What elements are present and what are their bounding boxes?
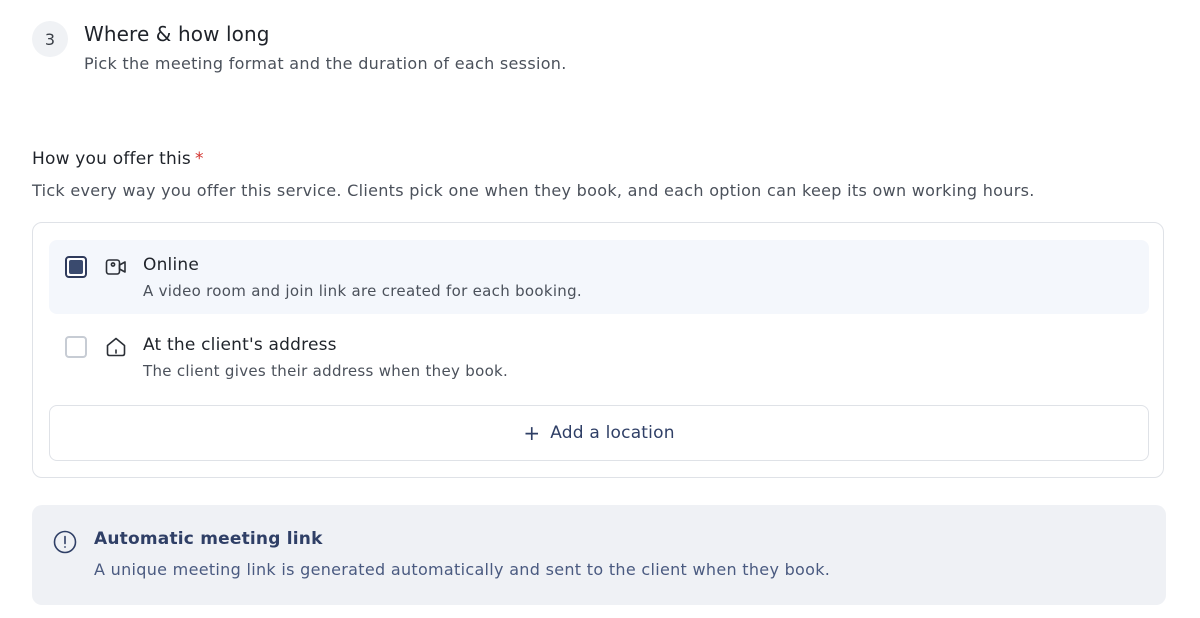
plus-icon: + <box>523 421 541 445</box>
step-number-badge: 3 <box>32 21 68 57</box>
step-text: Where & how long Pick the meeting format… <box>84 18 567 76</box>
option-description: The client gives their address when they… <box>143 362 509 380</box>
step-subtitle: Pick the meeting format and the duration… <box>84 54 567 73</box>
add-location-button[interactable]: + Add a location <box>49 405 1149 461</box>
step-header: 3 Where & how long Pick the meeting form… <box>32 18 567 76</box>
option-online[interactable]: Online A video room and join link are cr… <box>49 240 1149 314</box>
house-icon <box>106 337 126 357</box>
step-title: Where & how long <box>84 22 270 46</box>
add-location-label: Add a location <box>550 423 675 443</box>
offer-field-label: How you offer this * <box>32 147 204 171</box>
option-title: At the client's address <box>143 335 337 355</box>
info-banner-title: Automatic meeting link <box>94 529 323 549</box>
offer-field-help: Tick every way you offer this service. C… <box>32 181 1035 200</box>
offer-field-label-text: How you offer this <box>32 149 191 169</box>
option-description: A video room and join link are created f… <box>143 282 583 300</box>
offer-options-card: Online A video room and join link are cr… <box>32 222 1164 478</box>
client-address-checkbox[interactable] <box>65 336 87 358</box>
required-mark: * <box>194 149 204 169</box>
video-camera-icon <box>105 259 126 275</box>
online-checkbox[interactable] <box>65 256 87 278</box>
info-banner-text: A unique meeting link is generated autom… <box>94 560 831 579</box>
option-title: Online <box>143 255 200 275</box>
option-client-address[interactable]: At the client's address The client gives… <box>49 320 1149 394</box>
info-banner: Automatic meeting link A unique meeting … <box>32 505 1166 605</box>
info-icon <box>53 530 77 554</box>
